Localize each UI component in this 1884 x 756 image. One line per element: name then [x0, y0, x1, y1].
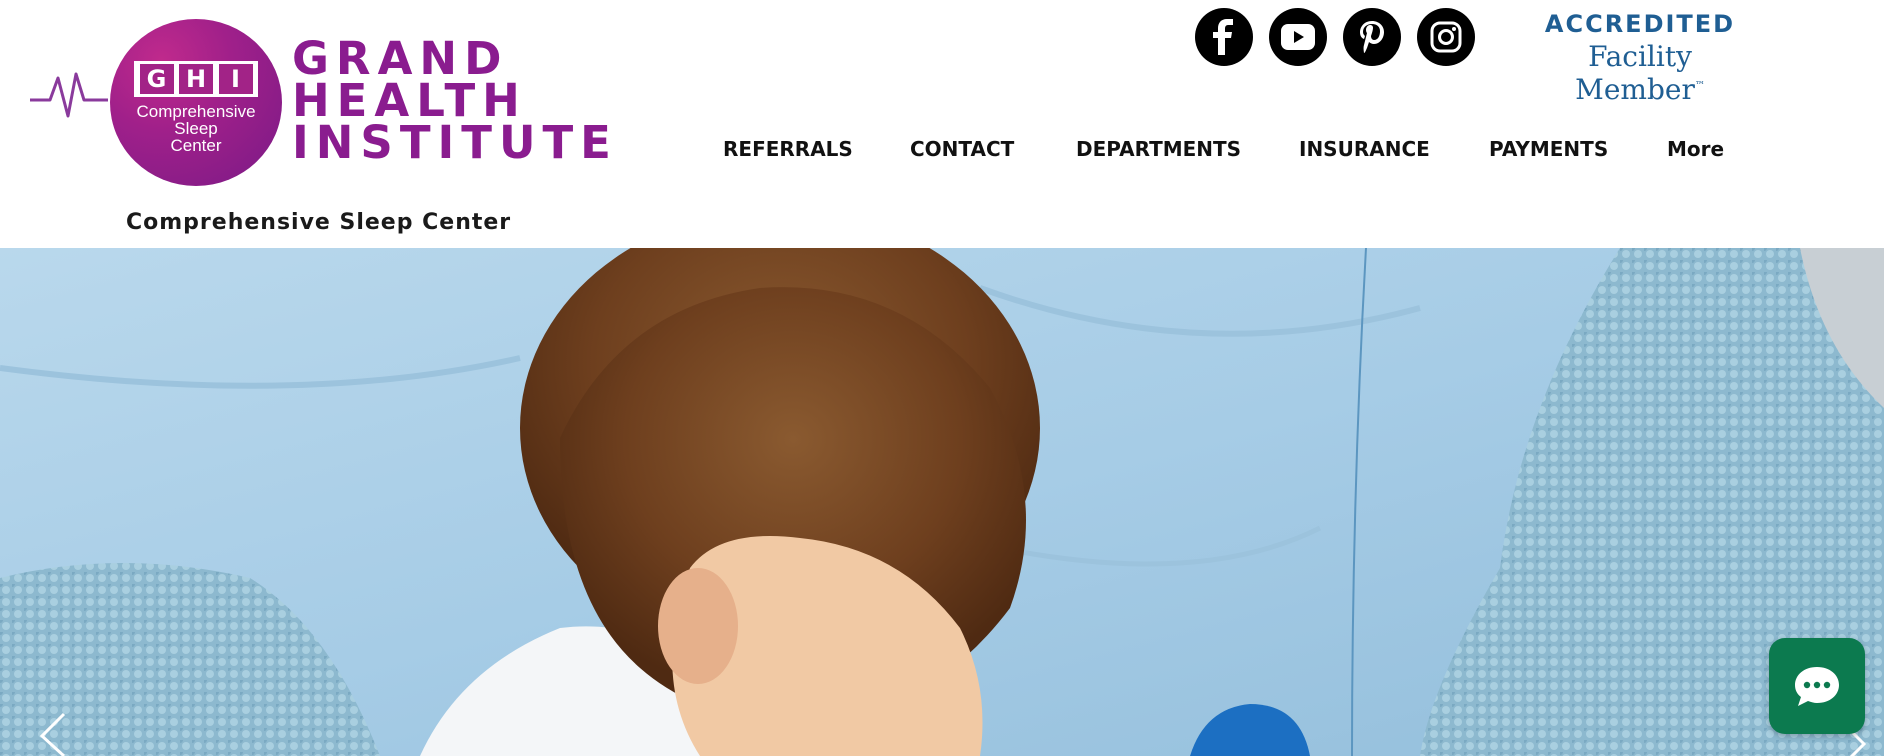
facebook-link[interactable] — [1195, 8, 1253, 66]
youtube-icon — [1281, 24, 1315, 50]
logo-badge-text: Comprehensive Sleep Center — [110, 103, 282, 154]
nav-item-insurance[interactable]: INSURANCE — [1299, 137, 1430, 161]
nav-item-more[interactable]: More — [1667, 137, 1724, 161]
site-subtitle: Comprehensive Sleep Center — [126, 210, 512, 235]
trademark-mark: ™ — [1694, 80, 1705, 92]
instagram-icon — [1430, 21, 1462, 53]
ghi-letter-box: G H I — [134, 61, 258, 97]
nav-item-referrals[interactable]: REFERRALS — [723, 137, 853, 161]
ghi-logo[interactable]: G H I Comprehensive Sleep Center — [110, 19, 282, 186]
accreditation-member-text: Facility Member — [1575, 40, 1695, 106]
pinterest-link[interactable] — [1343, 8, 1401, 66]
nav-item-payments[interactable]: PAYMENTS — [1489, 137, 1608, 161]
pinterest-icon — [1360, 21, 1384, 53]
youtube-link[interactable] — [1269, 8, 1327, 66]
social-links — [1195, 8, 1475, 66]
accreditation-badge[interactable]: ACCREDITED Facility Member™ — [1520, 10, 1760, 106]
ghi-letter-i: I — [218, 64, 253, 94]
chat-bubble-icon — [1795, 667, 1839, 706]
hero-image — [0, 248, 1884, 756]
heartbeat-icon — [30, 72, 108, 118]
logo-badge-line: Comprehensive — [136, 102, 256, 121]
chevron-left-icon[interactable] — [36, 712, 70, 756]
brand-line: INSTITUTE — [292, 116, 618, 169]
instagram-link[interactable] — [1417, 8, 1475, 66]
accreditation-title: ACCREDITED — [1544, 10, 1736, 38]
facebook-icon — [1213, 19, 1233, 55]
logo-badge-line: Sleep — [174, 119, 218, 138]
ghi-letter-h: H — [179, 64, 213, 94]
ghi-letter-g: G — [139, 64, 174, 94]
site-header: G H I Comprehensive Sleep Center GRAND H… — [0, 0, 1884, 248]
hero-slideshow[interactable] — [0, 248, 1884, 756]
accreditation-subtitle: Facility Member™ — [1520, 40, 1760, 106]
logo-badge-line: Center — [170, 136, 222, 155]
nav-item-departments[interactable]: DEPARTMENTS — [1076, 137, 1241, 161]
brand-name[interactable]: GRAND HEALTH INSTITUTE — [292, 36, 618, 169]
nav-item-contact[interactable]: CONTACT — [910, 137, 1014, 161]
chat-button[interactable] — [1769, 638, 1865, 734]
